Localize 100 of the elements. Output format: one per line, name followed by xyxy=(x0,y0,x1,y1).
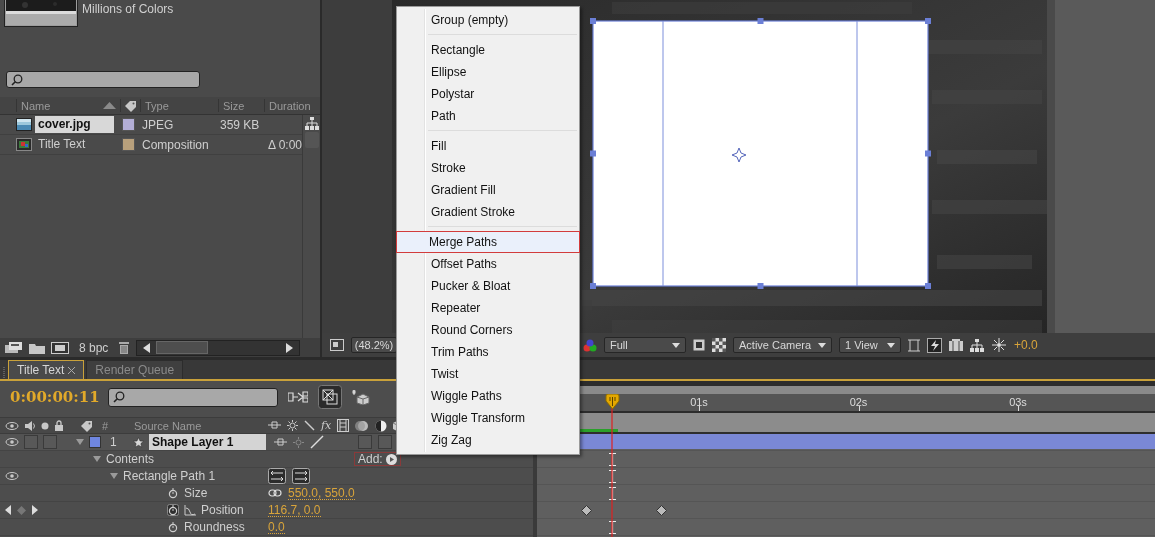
reverse-path-icon[interactable] xyxy=(268,468,286,484)
quality-icon[interactable] xyxy=(304,420,315,431)
menu-item[interactable]: Twist xyxy=(398,363,578,385)
dropdown[interactable]: Active Camera xyxy=(733,337,832,353)
effects-switch-label[interactable]: fx xyxy=(321,419,332,432)
file-name[interactable]: Title Text xyxy=(35,136,89,153)
region-icon[interactable] xyxy=(330,339,344,351)
close-icon[interactable] xyxy=(68,366,76,374)
collapse-icon[interactable] xyxy=(287,420,298,431)
column-header[interactable]: Type xyxy=(145,99,169,112)
prev-keyframe-icon[interactable] xyxy=(5,505,11,515)
property-value[interactable]: 0.0 xyxy=(268,520,285,534)
layout-icon[interactable] xyxy=(908,338,920,352)
channel-icon[interactable] xyxy=(949,339,963,351)
menu-item[interactable]: Gradient Stroke xyxy=(398,201,578,223)
motion-blur-icon[interactable] xyxy=(355,419,370,432)
label-swatch[interactable] xyxy=(121,118,135,131)
flowchart-icon[interactable] xyxy=(970,338,984,352)
tab[interactable]: Title Text xyxy=(8,360,85,379)
expanded-triangle-icon[interactable] xyxy=(110,472,118,480)
graph-icon[interactable] xyxy=(184,504,196,516)
fast-previews-icon[interactable] xyxy=(693,339,705,351)
keyframe-icon[interactable] xyxy=(656,505,667,516)
search-field[interactable] xyxy=(108,387,278,407)
menu-item[interactable]: Zig Zag xyxy=(398,429,578,451)
interpret-footage-icon[interactable] xyxy=(5,341,23,354)
expanded-triangle-icon[interactable] xyxy=(76,438,84,446)
switch-box[interactable] xyxy=(24,435,38,449)
menu-item[interactable]: Rectangle xyxy=(398,39,578,61)
menu-item[interactable]: Group (empty) xyxy=(398,9,578,31)
column-header[interactable]: Duration xyxy=(269,99,311,112)
draft-3d-icon[interactable] xyxy=(352,389,370,405)
scrollbar[interactable] xyxy=(304,132,319,148)
label-swatch[interactable] xyxy=(121,138,135,151)
label-swatch[interactable] xyxy=(89,436,101,448)
speaker-icon[interactable] xyxy=(24,420,36,431)
switch-box[interactable] xyxy=(378,435,392,449)
live-update-icon[interactable] xyxy=(318,385,342,409)
menu-item[interactable]: Ellipse xyxy=(398,61,578,83)
grip-icon[interactable] xyxy=(3,367,6,379)
flowchart-icon[interactable] xyxy=(304,117,319,130)
eye-icon[interactable] xyxy=(5,471,19,481)
eye-icon[interactable] xyxy=(5,437,19,447)
layer-name[interactable]: Shape Layer 1 xyxy=(149,434,266,450)
menu-item[interactable]: Repeater xyxy=(398,297,578,319)
add-button[interactable]: Add: xyxy=(354,452,401,466)
color-channels-icon[interactable] xyxy=(583,338,597,352)
keyframe-icon[interactable] xyxy=(581,505,592,516)
path-direction-icon[interactable] xyxy=(292,468,310,484)
flowchart-icon[interactable] xyxy=(288,391,308,403)
eye-icon[interactable] xyxy=(5,420,19,431)
playhead-drawing[interactable] xyxy=(605,394,621,537)
scroll-left-icon[interactable] xyxy=(143,342,151,353)
sort-arrow-icon[interactable] xyxy=(103,102,116,109)
property-value[interactable]: 116.7, 0.0 xyxy=(268,503,321,517)
expanded-triangle-icon[interactable] xyxy=(93,455,101,463)
stopwatch-icon[interactable] xyxy=(167,487,179,499)
menu-item[interactable]: Gradient Fill xyxy=(398,179,578,201)
column-header[interactable]: Name xyxy=(21,99,51,112)
menu-item[interactable]: Offset Paths xyxy=(398,253,578,275)
menu-item[interactable]: Stroke xyxy=(398,157,578,179)
checkerboard-icon[interactable] xyxy=(712,338,726,352)
shy-icon[interactable] xyxy=(274,437,287,447)
file-name[interactable]: cover.jpg xyxy=(35,116,114,133)
new-composition-icon[interactable] xyxy=(51,341,69,354)
menu-item[interactable]: Polystar xyxy=(398,83,578,105)
dropdown[interactable]: 1 View xyxy=(839,337,901,353)
fast-draft-icon[interactable] xyxy=(927,337,942,353)
scroll-right-icon[interactable] xyxy=(286,342,294,353)
search-field[interactable] xyxy=(6,71,200,88)
rectangle-shape-drawing[interactable] xyxy=(590,18,931,289)
menu-item[interactable]: Trim Paths xyxy=(398,341,578,363)
scrollbar[interactable] xyxy=(136,339,301,356)
quality-icon[interactable] xyxy=(310,435,324,449)
exposure-value[interactable]: +0.0 xyxy=(1014,338,1038,352)
zoom-dropdown[interactable]: (48.2%) xyxy=(351,337,397,353)
lock-icon[interactable] xyxy=(54,420,64,431)
stopwatch-icon[interactable] xyxy=(167,521,179,533)
next-keyframe-icon[interactable] xyxy=(32,505,38,515)
trash-icon[interactable] xyxy=(118,341,131,354)
stopwatch-icon[interactable] xyxy=(167,504,179,516)
menu-item[interactable]: Round Corners xyxy=(398,319,578,341)
switch-box[interactable] xyxy=(358,435,372,449)
link-icon[interactable] xyxy=(268,489,282,497)
menu-item[interactable]: Merge Paths xyxy=(396,231,580,253)
current-time[interactable]: 0:00:00:11 xyxy=(10,388,98,406)
folder-icon[interactable] xyxy=(29,341,45,354)
column-header[interactable]: Size xyxy=(223,99,245,112)
solo-icon[interactable] xyxy=(41,421,49,430)
property-value[interactable]: 550.0, 550.0 xyxy=(288,486,355,500)
frame-blend-icon[interactable] xyxy=(337,419,350,432)
bit-depth-button[interactable]: 8 bpc xyxy=(79,340,109,355)
exposure-icon[interactable] xyxy=(991,338,1007,352)
adjustment-layer-icon[interactable] xyxy=(375,419,388,432)
shy-icon[interactable] xyxy=(268,421,281,430)
menu-item[interactable]: Pucker & Bloat xyxy=(398,275,578,297)
menu-item[interactable]: Path xyxy=(398,105,578,127)
dropdown[interactable]: Full xyxy=(604,337,686,353)
menu-item[interactable]: Fill xyxy=(398,135,578,157)
switch-box[interactable] xyxy=(43,435,57,449)
